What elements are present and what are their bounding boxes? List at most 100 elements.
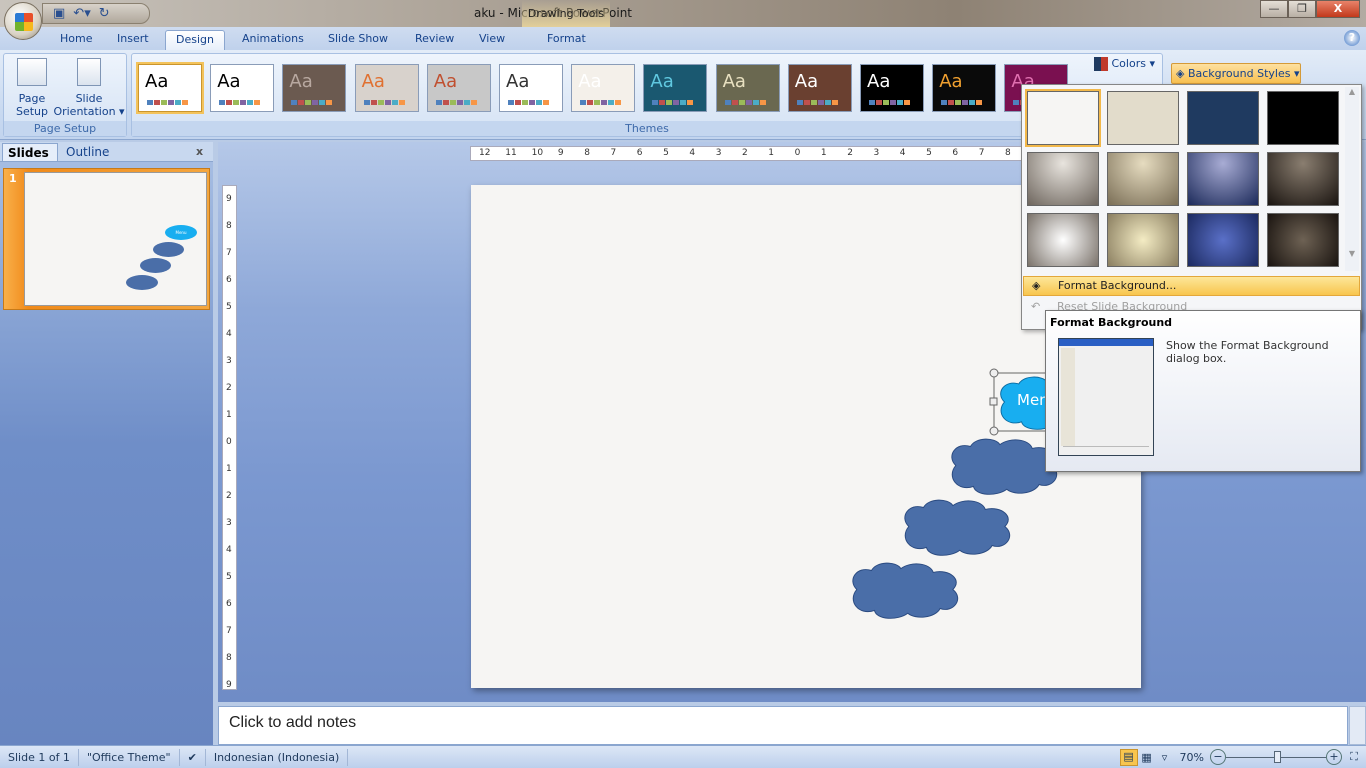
- slide-orientation-button[interactable]: Slide Orientation ▾: [52, 58, 126, 118]
- ruler-tick-label: 6: [952, 148, 959, 158]
- page-setup-button[interactable]: Page Setup: [10, 58, 54, 118]
- ruler-tick-label: 7: [226, 626, 232, 636]
- format-background-menu-item[interactable]: ◈ Format Background...: [1023, 276, 1360, 296]
- theme-thumbnail[interactable]: Aa: [499, 64, 563, 112]
- reset-icon: ↶: [1031, 300, 1041, 313]
- restore-button[interactable]: ❐: [1288, 0, 1316, 18]
- cloud-shape[interactable]: [951, 438, 1058, 495]
- tab-outline[interactable]: Outline: [60, 143, 120, 162]
- thumb-cloud: [126, 275, 158, 290]
- ruler-tick-label: 6: [226, 275, 232, 285]
- slide-sorter-button[interactable]: ▦: [1138, 751, 1156, 764]
- background-style-option[interactable]: [1027, 213, 1099, 267]
- background-styles-button[interactable]: ◈ Background Styles ▾: [1171, 63, 1301, 84]
- theme-thumbnail[interactable]: Aa: [932, 64, 997, 112]
- theme-thumbnail[interactable]: Aa: [426, 64, 491, 112]
- ruler-tick-label: 1: [768, 148, 775, 158]
- horizontal-ruler[interactable]: 12 11 10 9 8 7 6 5 4 3 2 1 0 1 2 3 4 5 6 7 8: [470, 146, 1030, 161]
- slide-number: 1: [9, 172, 17, 185]
- tab-slides[interactable]: Slides: [2, 143, 58, 162]
- theme-thumbnail[interactable]: Aa: [136, 62, 204, 114]
- ruler-tick-label: 9: [226, 194, 232, 204]
- colors-button[interactable]: Colors ▾: [1094, 57, 1155, 71]
- ruler-tick-label: 9: [557, 148, 564, 158]
- office-logo-icon: [15, 13, 33, 31]
- theme-thumbnail[interactable]: Aa: [210, 64, 275, 112]
- ruler-tick-label: 2: [226, 383, 232, 393]
- theme-thumbnail[interactable]: Aa: [715, 64, 780, 112]
- status-bar: Slide 1 of 1 "Office Theme" ✔ Indonesian…: [0, 745, 1366, 768]
- ruler-tick-label: 6: [226, 599, 232, 609]
- office-button[interactable]: [4, 2, 42, 40]
- ruler-tick-label: 11: [505, 148, 517, 158]
- tab-design[interactable]: Design: [165, 30, 225, 51]
- resize-handle[interactable]: [989, 368, 999, 378]
- theme-thumbnail[interactable]: Aa: [860, 64, 924, 112]
- ruler-tick-label: 9: [226, 680, 232, 690]
- background-style-option[interactable]: [1187, 213, 1259, 267]
- zoom-level[interactable]: 70%: [1174, 751, 1210, 764]
- ruler-tick-label: 7: [978, 148, 985, 158]
- resize-handle[interactable]: [989, 397, 998, 406]
- zoom-out-button[interactable]: −: [1210, 749, 1226, 765]
- background-style-option[interactable]: [1187, 91, 1259, 145]
- cloud-shape[interactable]: [852, 562, 959, 619]
- background-style-option[interactable]: [1107, 152, 1179, 206]
- colors-icon: [1094, 57, 1108, 71]
- tab-slide-show[interactable]: Slide Show: [318, 30, 398, 51]
- theme-thumbnail[interactable]: Aa: [354, 64, 419, 112]
- close-button[interactable]: X: [1316, 0, 1360, 18]
- background-style-option[interactable]: [1107, 213, 1179, 267]
- zoom-in-button[interactable]: +: [1326, 749, 1342, 765]
- drawing-tools-label: Drawing Tools: [522, 0, 610, 27]
- background-style-option[interactable]: [1267, 152, 1339, 206]
- close-pane-icon[interactable]: x: [196, 145, 203, 158]
- ruler-tick-label: 3: [226, 356, 232, 366]
- background-style-option[interactable]: [1027, 152, 1099, 206]
- vertical-ruler[interactable]: 9 8 7 6 5 4 3 2 1 0 1 2 3 4 5 6 7 8 9: [222, 185, 237, 690]
- background-style-option[interactable]: [1025, 89, 1101, 147]
- background-style-option[interactable]: [1107, 91, 1179, 145]
- theme-thumbnail[interactable]: Aa: [643, 64, 708, 112]
- page-setup-icon: [17, 58, 47, 86]
- page-setup-group: Page Setup Slide Orientation ▾ Page Setu…: [3, 53, 127, 137]
- zoom-slider[interactable]: [1226, 749, 1326, 765]
- help-icon[interactable]: ?: [1344, 30, 1360, 46]
- tab-review[interactable]: Review: [405, 30, 464, 51]
- thumb-cloud: [153, 242, 184, 257]
- slide-show-button[interactable]: ▿: [1156, 751, 1174, 764]
- notes-scrollbar[interactable]: [1349, 706, 1366, 745]
- background-style-option[interactable]: [1267, 91, 1339, 145]
- ruler-tick-label: 0: [226, 437, 232, 447]
- gallery-scrollbar[interactable]: ▲ ▼: [1345, 87, 1359, 271]
- theme-name: "Office Theme": [79, 748, 180, 766]
- tab-animations[interactable]: Animations: [232, 30, 314, 51]
- tab-format[interactable]: Format: [537, 30, 596, 51]
- theme-thumbnail[interactable]: Aa: [282, 64, 347, 112]
- background-style-option[interactable]: [1267, 213, 1339, 267]
- fit-to-window-button[interactable]: ⛶: [1346, 750, 1362, 764]
- theme-thumbnail[interactable]: Aa: [571, 64, 636, 112]
- tab-home[interactable]: Home: [50, 30, 102, 51]
- slide-thumbnail-1[interactable]: 1 Menu: [3, 168, 210, 310]
- theme-thumbnail[interactable]: Aa: [787, 64, 852, 112]
- ruler-tick-label: 3: [226, 518, 232, 528]
- cloud-shape[interactable]: [904, 499, 1011, 556]
- ruler-tick-label: 4: [689, 148, 696, 158]
- notes-pane[interactable]: Click to add notes: [218, 706, 1348, 745]
- ruler-tick-label: 8: [1005, 148, 1011, 158]
- minimize-button[interactable]: —: [1260, 0, 1288, 18]
- normal-view-button[interactable]: ▤: [1119, 748, 1138, 766]
- language-indicator[interactable]: Indonesian (Indonesia): [206, 748, 349, 766]
- ruler-tick-label: 8: [226, 653, 232, 663]
- background-style-option[interactable]: [1187, 152, 1259, 206]
- tab-view[interactable]: View: [469, 30, 515, 51]
- ruler-tick-label: 3: [873, 148, 880, 158]
- ribbon-tabs: Home Insert Design Animations Slide Show…: [0, 27, 1366, 51]
- resize-handle[interactable]: [989, 426, 999, 436]
- spell-check-icon[interactable]: ✔: [180, 748, 206, 766]
- ruler-tick-label: 1: [820, 148, 827, 158]
- ruler-tick-label: 7: [226, 248, 232, 258]
- ruler-tick-label: 4: [899, 148, 906, 158]
- tab-insert[interactable]: Insert: [107, 30, 159, 51]
